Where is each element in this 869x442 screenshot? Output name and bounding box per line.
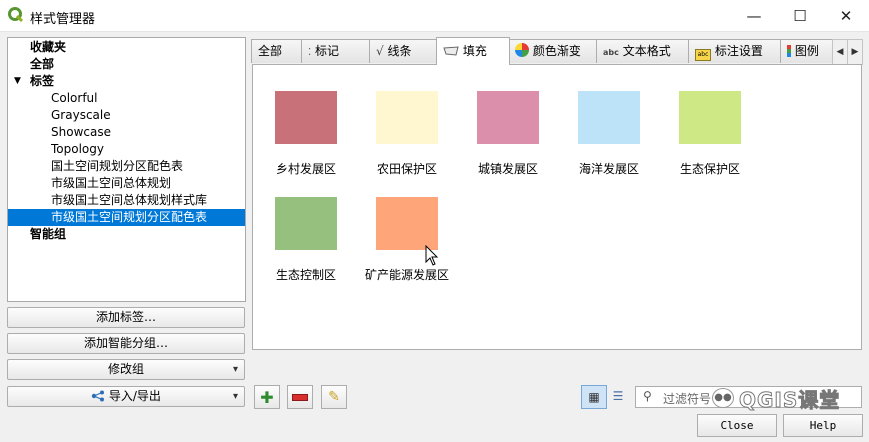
window-title: 样式管理器 bbox=[30, 12, 96, 27]
marker-dots-icon: ⁚ bbox=[308, 47, 312, 58]
symbol-swatch[interactable] bbox=[275, 197, 337, 250]
pencil-icon: ✎ bbox=[328, 389, 340, 405]
edit-symbol-button[interactable]: ✎ bbox=[321, 385, 347, 409]
tab-label: 颜色渐变 bbox=[532, 44, 581, 58]
tab-bar: 全部 ⁚ 标记 √ 线条 填充 颜色渐变 abc 文本格式 abc 标注设置 图… bbox=[251, 37, 863, 65]
tab-label: 线条 bbox=[387, 44, 412, 58]
tree-smart-groups[interactable]: 智能组 bbox=[30, 226, 66, 243]
grid-view-icon: ▦ bbox=[588, 390, 600, 404]
search-icon: ⚲ bbox=[643, 389, 652, 403]
fill-polygon-icon bbox=[443, 46, 459, 56]
tab-fill[interactable]: 填充 bbox=[436, 37, 510, 65]
tab-label: 文本格式 bbox=[622, 44, 671, 58]
tree-tag-item-selected[interactable]: 市级国土空间规划分区配色表 bbox=[8, 209, 245, 226]
icon-view-button[interactable]: ▦ bbox=[581, 385, 607, 409]
tab-label: 图例 bbox=[794, 44, 819, 58]
line-icon: √ bbox=[376, 44, 384, 58]
symbol-swatch[interactable] bbox=[376, 197, 438, 250]
remove-symbol-button[interactable] bbox=[287, 385, 313, 409]
symbol-label: 生态控制区 bbox=[275, 268, 336, 282]
tab-lines[interactable]: √ 线条 bbox=[369, 39, 437, 63]
tree-tag-item[interactable]: Grayscale bbox=[51, 107, 111, 124]
tree-tags[interactable]: 标签 bbox=[30, 73, 54, 90]
wechat-icon: ●● bbox=[712, 388, 734, 408]
minus-icon bbox=[292, 393, 308, 401]
symbol-swatch[interactable] bbox=[679, 91, 741, 144]
title-bar: 样式管理器 — ☐ ✕ bbox=[0, 0, 869, 32]
tab-scroll-right-icon[interactable]: ▶ bbox=[847, 39, 863, 65]
tab-label-settings[interactable]: abc 标注设置 bbox=[688, 39, 782, 63]
symbol-list-panel[interactable]: 乡村发展区 农田保护区 城镇发展区 海洋发展区 生态保护区 生态控制区 矿产能源… bbox=[252, 64, 862, 350]
symbol-swatch[interactable] bbox=[275, 91, 337, 144]
tab-label: 全部 bbox=[258, 44, 283, 58]
tab-color-ramp[interactable]: 颜色渐变 bbox=[508, 39, 598, 63]
close-button[interactable]: Close bbox=[697, 414, 777, 437]
tree-tag-item[interactable]: Topology bbox=[51, 141, 104, 158]
import-export-label: 导入/导出 bbox=[108, 389, 161, 403]
symbol-label: 海洋发展区 bbox=[578, 162, 639, 176]
legend-icon bbox=[787, 45, 791, 57]
label-settings-icon: abc bbox=[695, 49, 711, 61]
symbol-label: 矿产能源发展区 bbox=[364, 268, 449, 282]
tree-tag-item[interactable]: Colorful bbox=[51, 90, 98, 107]
tree-tag-item[interactable]: 市级国土空间总体规划样式库 bbox=[51, 192, 207, 209]
modify-group-button[interactable]: 修改组 bbox=[7, 359, 245, 380]
symbol-label: 乡村发展区 bbox=[275, 162, 336, 176]
tab-markers[interactable]: ⁚ 标记 bbox=[301, 39, 370, 63]
import-export-button[interactable]: 导入/导出 bbox=[7, 386, 245, 407]
tab-label: 填充 bbox=[462, 44, 487, 58]
tab-label: 标注设置 bbox=[714, 44, 763, 58]
help-button[interactable]: Help bbox=[783, 414, 863, 437]
watermark: ●● QGIS课堂 bbox=[712, 386, 841, 412]
plus-icon: ✚ bbox=[260, 387, 274, 407]
tab-label: 标记 bbox=[315, 44, 340, 58]
list-view-button[interactable]: ☰ bbox=[606, 385, 630, 407]
qgis-logo-icon bbox=[8, 7, 24, 23]
list-view-icon: ☰ bbox=[612, 389, 624, 403]
symbol-label: 农田保护区 bbox=[376, 162, 437, 176]
maximize-button[interactable]: ☐ bbox=[777, 0, 823, 31]
minimize-button[interactable]: — bbox=[731, 0, 777, 31]
close-window-button[interactable]: ✕ bbox=[823, 0, 869, 31]
add-symbol-button[interactable]: ✚ bbox=[254, 385, 280, 409]
symbol-swatch[interactable] bbox=[477, 91, 539, 144]
symbol-label: 生态保护区 bbox=[679, 162, 740, 176]
tab-all[interactable]: 全部 bbox=[251, 39, 303, 63]
tree-tag-item[interactable]: 市级国土空间总体规划 bbox=[51, 175, 171, 192]
abc-icon: abc bbox=[603, 48, 619, 57]
tree-all[interactable]: 全部 bbox=[30, 56, 54, 73]
tree-favorites[interactable]: 收藏夹 bbox=[30, 39, 66, 56]
symbol-swatch[interactable] bbox=[578, 91, 640, 144]
tab-scroll-left-icon[interactable]: ◀ bbox=[832, 39, 848, 65]
share-icon bbox=[91, 390, 105, 402]
mouse-cursor-icon bbox=[425, 245, 439, 266]
group-tree[interactable]: 收藏夹 全部 ▼ 标签 Colorful Grayscale Showcase … bbox=[7, 37, 246, 302]
modify-group-label: 修改组 bbox=[107, 362, 144, 376]
expand-arrow-icon[interactable]: ▼ bbox=[14, 73, 21, 90]
add-tag-button[interactable]: 添加标签… bbox=[7, 307, 245, 328]
filter-placeholder: 过滤符号 bbox=[663, 392, 712, 406]
add-smart-group-button[interactable]: 添加智能分组… bbox=[7, 333, 245, 354]
watermark-text: QGIS课堂 bbox=[738, 387, 841, 412]
tab-text-format[interactable]: abc 文本格式 bbox=[596, 39, 690, 63]
tree-tag-item[interactable]: 国土空间规划分区配色表 bbox=[51, 158, 183, 175]
symbol-swatch[interactable] bbox=[376, 91, 438, 144]
color-wheel-icon bbox=[515, 43, 529, 57]
tree-tag-item[interactable]: Showcase bbox=[51, 124, 111, 141]
tree-tag-label: 市级国土空间规划分区配色表 bbox=[51, 210, 208, 224]
symbol-label: 城镇发展区 bbox=[477, 162, 538, 176]
